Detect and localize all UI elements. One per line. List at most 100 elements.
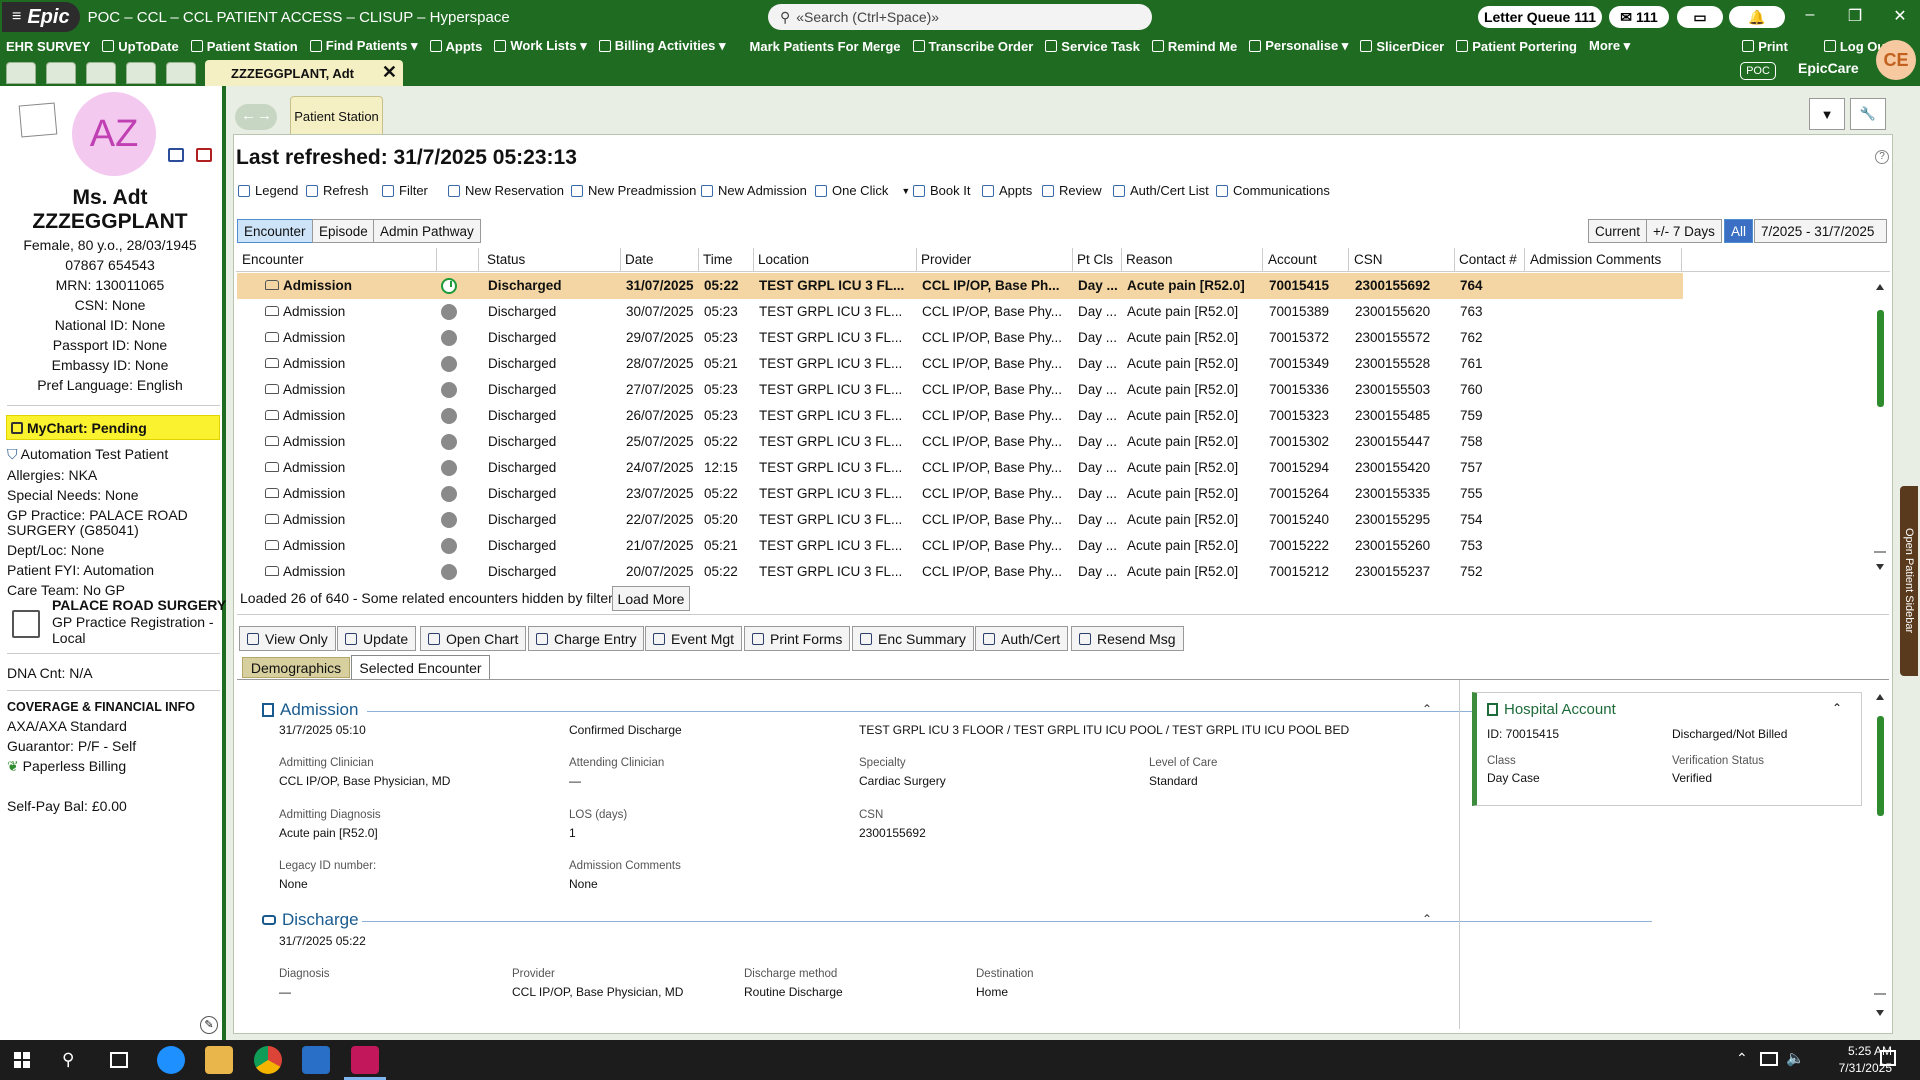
id-card-icon[interactable] [168, 148, 184, 162]
filter-button[interactable]: Filter [382, 183, 428, 198]
toolbar-ehr-survey[interactable]: EHR SURVEY [0, 39, 96, 54]
book-it-button[interactable]: Book It [913, 183, 970, 198]
chrome-icon[interactable] [254, 1046, 282, 1074]
toolbar-slicerdicer[interactable]: SlicerDicer [1354, 39, 1450, 54]
col-admission-comments[interactable]: Admission Comments [1530, 252, 1661, 267]
resend-msg-button[interactable]: Resend Msg [1071, 626, 1184, 651]
toolbar-more[interactable]: More ▾ [1583, 38, 1636, 54]
date-range-field[interactable]: 7/2025 - 31/7/2025 [1754, 219, 1887, 243]
chat-button[interactable]: ▭ [1677, 6, 1723, 28]
table-scrollbar[interactable] [1873, 280, 1887, 580]
chevron-down-icon[interactable]: ▼ [901, 186, 910, 196]
globe-icon[interactable] [6, 62, 36, 84]
col-time[interactable]: Time [703, 252, 733, 267]
load-more-button[interactable]: Load More [612, 586, 690, 611]
legend-button[interactable]: Legend [238, 183, 298, 198]
patient-workspace-tab[interactable]: ZZZEGGPLANT, Adt ✕ [205, 60, 403, 86]
user-avatar[interactable]: CE [1876, 40, 1916, 80]
table-row[interactable]: Admission Discharged 25/07/2025 05:22 TEST G… [237, 429, 1683, 455]
col-contact[interactable]: Contact # [1459, 252, 1517, 267]
network-icon[interactable] [1760, 1052, 1778, 1066]
epic-menu-button[interactable]: ≡ Epic [2, 2, 80, 32]
toolbar-appts[interactable]: Appts [424, 39, 489, 54]
minimize-icon[interactable]: – [1795, 6, 1825, 24]
toolbar-transcribe-order[interactable]: Transcribe Order [907, 39, 1040, 54]
toolbar-print[interactable]: Print [1736, 39, 1794, 54]
table-row[interactable]: Admission Discharged 30/07/2025 05:23 TEST G… [237, 299, 1683, 325]
file-explorer-icon[interactable] [205, 1046, 233, 1074]
view-only-button[interactable]: View Only [239, 626, 336, 651]
toolbar-service-task[interactable]: Service Task [1039, 39, 1146, 54]
toolbar-uptodate[interactable]: UpToDate [96, 39, 184, 54]
search-input[interactable]: ⚲ «Search (Ctrl+Space)» [768, 4, 1152, 30]
search-icon[interactable]: ⚲ [62, 1050, 74, 1070]
table-row[interactable]: Admission Discharged 27/07/2025 05:23 TEST G… [237, 377, 1683, 403]
mychart-status[interactable]: MyChart: Pending [6, 415, 220, 440]
close-icon[interactable]: ✕ [1885, 6, 1915, 26]
automation-flag[interactable]: ⛉ Automation Test Patient [7, 446, 168, 463]
admission-section-header[interactable]: Admission [262, 700, 358, 720]
enc-summary-button[interactable]: Enc Summary [852, 626, 974, 651]
collapse-icon[interactable]: ⌃ [1422, 912, 1432, 926]
collapse-icon[interactable]: ⌃ [1832, 701, 1842, 715]
range-current-button[interactable]: Current [1588, 219, 1648, 243]
home-icon[interactable] [166, 62, 196, 84]
toolbar-billing-activities[interactable]: Billing Activities ▾ [593, 38, 732, 54]
patient-station-tab[interactable]: Patient Station [290, 96, 383, 135]
notification-center-icon[interactable] [1880, 1050, 1896, 1066]
view-tab-episode[interactable]: Episode [312, 219, 375, 243]
discharge-section-header[interactable]: Discharge [262, 910, 359, 930]
forward-arrow-icon[interactable]: → [257, 107, 272, 124]
table-row[interactable]: Admission Discharged 20/07/2025 05:22 TEST G… [237, 559, 1683, 585]
collapse-icon[interactable]: ⌃ [1422, 702, 1432, 716]
table-row[interactable]: Admission Discharged 31/07/2025 05:22 TEST G… [237, 273, 1683, 299]
col-account[interactable]: Account [1268, 252, 1317, 267]
view-tab-admin-pathway[interactable]: Admin Pathway [373, 219, 481, 243]
charge-entry-button[interactable]: Charge Entry [528, 626, 645, 651]
table-row[interactable]: Admission Discharged 28/07/2025 05:21 TEST G… [237, 351, 1683, 377]
practice-name[interactable]: PALACE ROAD SURGERY [52, 597, 226, 613]
toolbar-find-patients[interactable]: Find Patients ▾ [304, 38, 424, 54]
hospital-account-header[interactable]: Hospital Account [1487, 701, 1616, 718]
restore-icon[interactable]: ❐ [1840, 6, 1870, 26]
one-click-button[interactable]: One Click ▼ [815, 183, 910, 198]
open-patient-sidebar-tab[interactable]: Open Patient Sidebar [1900, 486, 1918, 676]
epic-launcher-icon[interactable] [302, 1046, 330, 1074]
tab-selected-encounter[interactable]: Selected Encounter [351, 655, 490, 679]
event-mgt-button[interactable]: Event Mgt [645, 626, 743, 651]
back-forward-arrows[interactable]: ← → [235, 104, 277, 130]
tab-demographics[interactable]: Demographics [242, 657, 350, 678]
inbox-button[interactable]: ✉ 111 [1609, 6, 1669, 28]
detail-scrollbar[interactable] [1873, 690, 1887, 1020]
windows-start-icon[interactable] [14, 1052, 30, 1068]
col-date[interactable]: Date [625, 252, 654, 267]
table-row[interactable]: Admission Discharged 21/07/2025 05:21 TEST G… [237, 533, 1683, 559]
volume-icon[interactable]: 🔈 [1786, 1049, 1805, 1067]
range-all-button[interactable]: All [1724, 219, 1754, 243]
calendar-icon[interactable] [46, 62, 76, 84]
help-icon[interactable]: ? [1875, 150, 1889, 164]
toolbar-patient-station[interactable]: Patient Station [185, 39, 304, 54]
col-pt-cls[interactable]: Pt Cls [1077, 252, 1113, 267]
new-admission-button[interactable]: New Admission [701, 183, 807, 198]
view-tab-encounter[interactable]: Encounter [237, 219, 313, 243]
open-chart-button[interactable]: Open Chart [420, 626, 527, 651]
table-row[interactable]: Admission Discharged 26/07/2025 05:23 TEST G… [237, 403, 1683, 429]
documents-icon[interactable] [86, 62, 116, 84]
toolbar-personalise[interactable]: Personalise ▾ [1243, 38, 1354, 54]
inbox-icon[interactable] [126, 62, 156, 84]
table-row[interactable]: Admission Discharged 24/07/2025 12:15 TEST G… [237, 455, 1683, 481]
col-csn[interactable]: CSN [1354, 252, 1383, 267]
communications-button[interactable]: Communications [1216, 183, 1330, 198]
task-view-icon[interactable] [110, 1052, 128, 1068]
update-button[interactable]: Update [337, 626, 417, 651]
tray-chevron-icon[interactable]: ⌃ [1736, 1050, 1748, 1067]
col-location[interactable]: Location [758, 252, 809, 267]
refresh-button[interactable]: Refresh [306, 183, 369, 198]
back-arrow-icon[interactable]: ← [241, 107, 256, 124]
col-encounter[interactable]: Encounter [242, 252, 304, 267]
toolbar-remind-me[interactable]: Remind Me [1146, 39, 1243, 54]
notifications-button[interactable]: 🔔 [1729, 6, 1785, 28]
appts-button[interactable]: Appts [982, 183, 1032, 198]
review-button[interactable]: Review [1042, 183, 1102, 198]
